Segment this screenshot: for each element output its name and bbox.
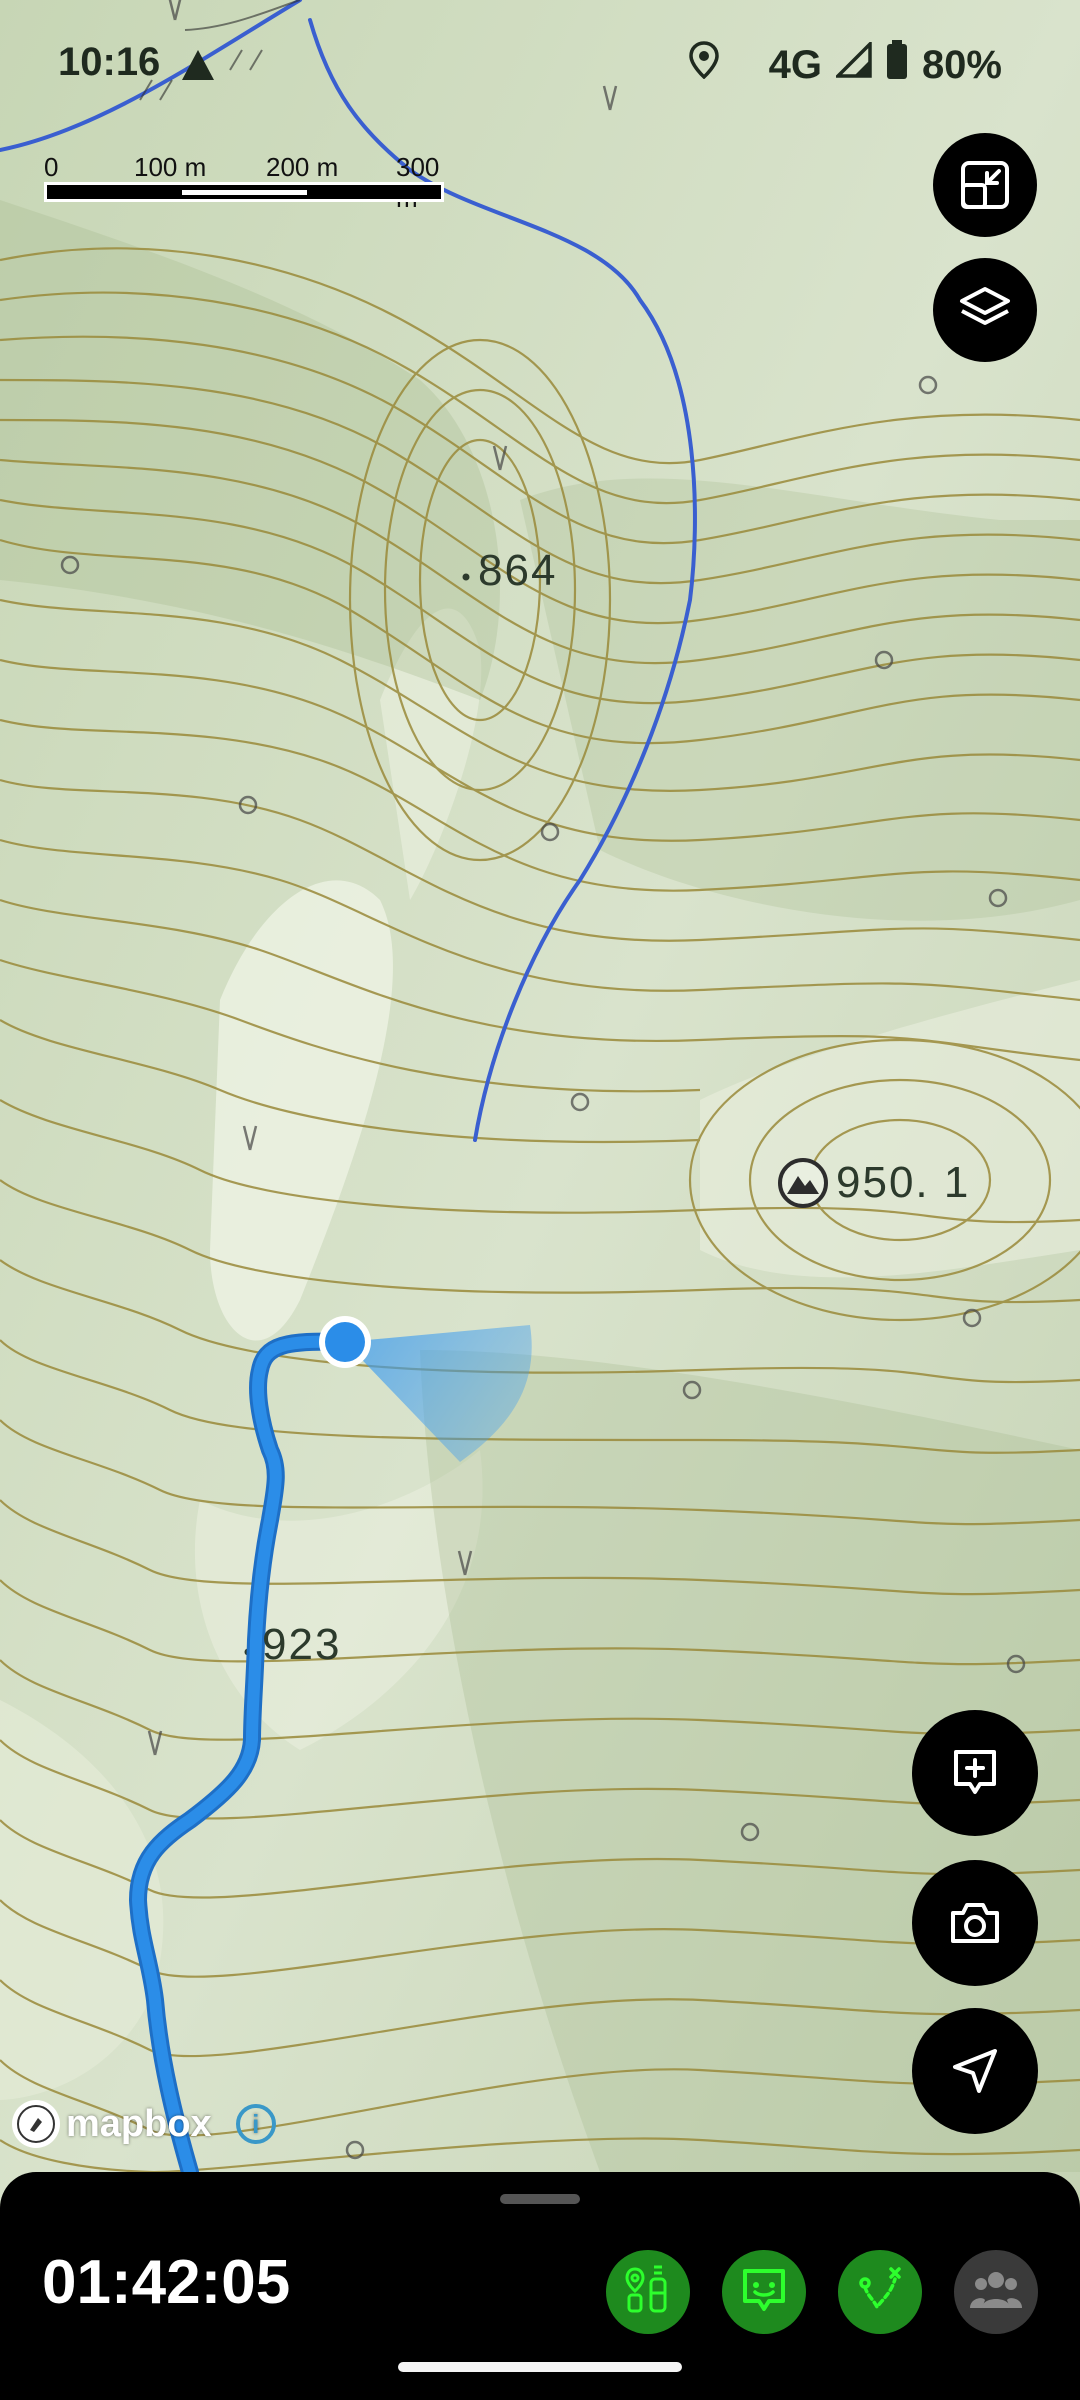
scale-tick-100: 100 m	[134, 152, 207, 182]
mapbox-logo-icon	[12, 2100, 60, 2148]
navigate-arrow-icon	[949, 2045, 1001, 2097]
spot-height-label: 864	[478, 546, 558, 595]
status-right: 4G 80%	[688, 39, 1002, 90]
location-status-icon	[688, 41, 719, 89]
status-time: 10:16	[58, 40, 161, 84]
battery-icon	[886, 40, 908, 90]
gear-checklist-button[interactable]	[606, 2250, 690, 2334]
mapbox-attribution[interactable]: mapbox i	[12, 2100, 276, 2148]
info-icon[interactable]: i	[235, 2104, 276, 2144]
map-layers-button[interactable]	[933, 258, 1037, 362]
network-type: 4G	[768, 42, 822, 87]
group-icon	[969, 2268, 1023, 2317]
locate-me-button[interactable]	[912, 2008, 1038, 2134]
notification-icon	[180, 48, 216, 87]
route-plan-icon	[855, 2265, 905, 2320]
add-note-button[interactable]	[912, 1710, 1038, 1836]
camera-button[interactable]	[912, 1860, 1038, 1986]
summit-elevation: 950. 1	[836, 1158, 971, 1207]
camera-icon	[947, 1899, 1003, 1947]
route-plan-button[interactable]	[838, 2250, 922, 2334]
gear-checklist-icon	[623, 2265, 673, 2320]
summit-marker[interactable]: 950. 1	[778, 1158, 970, 1208]
mountain-icon	[778, 1158, 828, 1208]
status-bar: 10:16 4G 80%	[0, 0, 1080, 130]
battery-level: 80%	[921, 42, 1002, 87]
message-button[interactable]	[722, 2250, 806, 2334]
home-indicator[interactable]	[398, 2362, 682, 2372]
group-button[interactable]	[954, 2250, 1038, 2334]
scale-bar-line	[44, 182, 444, 202]
scale-tick-200: 200 m	[266, 152, 339, 182]
add-note-icon	[948, 1746, 1002, 1800]
mapbox-wordmark: mapbox	[66, 2102, 212, 2145]
map-scale-bar: 0 100 m 200 m 300 m	[44, 152, 444, 213]
current-location-dot	[325, 1322, 365, 1362]
signal-icon	[833, 39, 872, 88]
scale-tick-0: 0	[44, 152, 59, 182]
elapsed-time: 01:42:05	[42, 2248, 291, 2317]
layers-icon	[958, 283, 1012, 337]
message-icon	[739, 2265, 789, 2320]
fullscreen-button[interactable]	[933, 133, 1037, 237]
sheet-drag-handle[interactable]	[500, 2194, 580, 2204]
recording-bottom-sheet[interactable]: 01:42:05	[0, 2172, 1080, 2400]
spot-height-label: 923	[262, 1620, 342, 1669]
exit-fullscreen-icon	[959, 159, 1011, 211]
